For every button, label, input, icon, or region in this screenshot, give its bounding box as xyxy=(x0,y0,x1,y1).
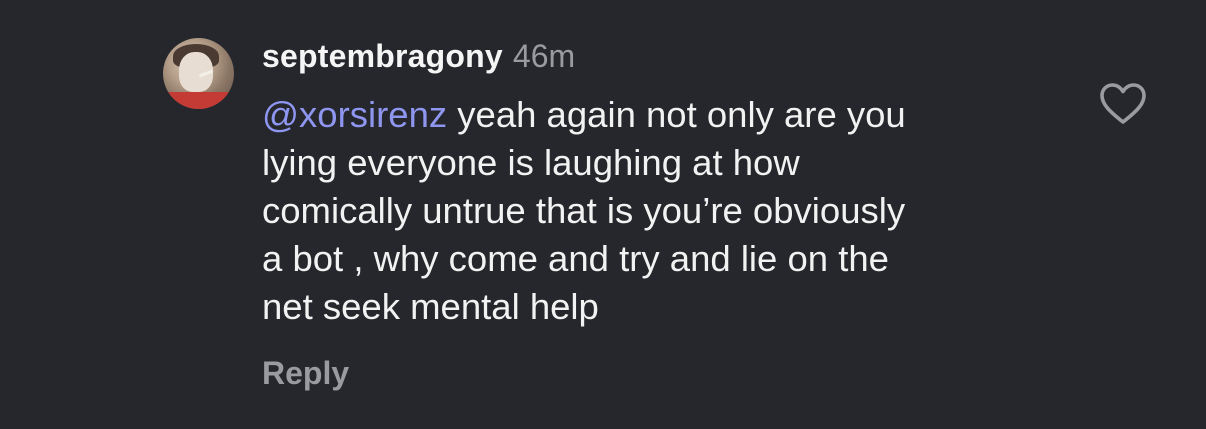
comment-item: septembragony 46m @xorsirenz yeah again … xyxy=(0,0,1206,429)
comment-line-3: comically untrue that is you’re obviousl… xyxy=(262,190,906,231)
comment-line-2: lying everyone is laughing at how xyxy=(262,142,800,183)
avatar-shirt xyxy=(163,92,234,109)
reply-button[interactable]: Reply xyxy=(262,355,349,392)
comment-line-5: net seek mental help xyxy=(262,286,599,327)
avatar[interactable] xyxy=(163,38,234,109)
heart-icon[interactable] xyxy=(1099,82,1147,126)
comment-line-1: @xorsirenz yeah again not only are you xyxy=(262,91,1062,139)
comment-line-1-text: yeah again not only are you xyxy=(447,94,906,135)
comment-header: septembragony 46m xyxy=(262,38,575,78)
timestamp: 46m xyxy=(512,38,576,74)
mention-link[interactable]: @xorsirenz xyxy=(262,94,447,135)
comment-text: @xorsirenz yeah again not only are you l… xyxy=(262,91,1062,331)
username[interactable]: septembragony xyxy=(262,38,503,75)
comment-line-4: a bot , why come and try and lie on the xyxy=(262,238,889,279)
heart-outline-icon xyxy=(1100,83,1146,124)
